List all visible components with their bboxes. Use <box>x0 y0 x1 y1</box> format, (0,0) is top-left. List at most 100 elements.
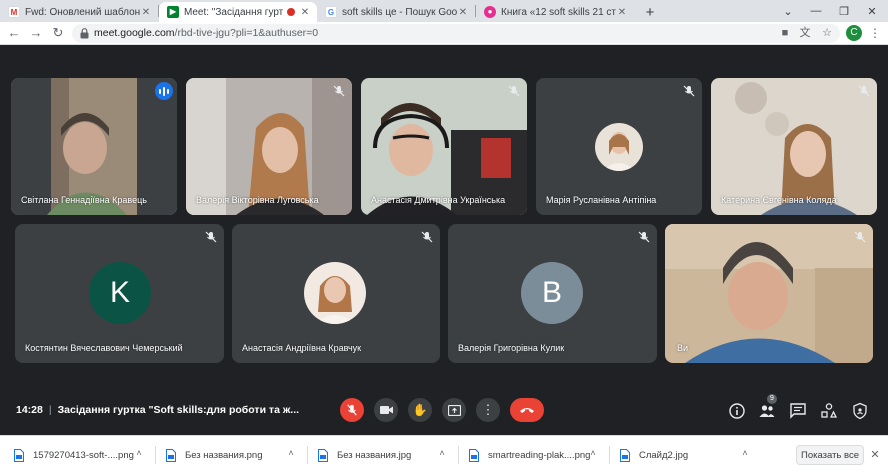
present-screen-icon <box>447 404 461 416</box>
chevron-down-icon[interactable]: ˄ <box>286 448 296 458</box>
file-icon <box>318 448 328 462</box>
translate-icon[interactable]: 文 <box>798 27 812 40</box>
downloads-shelf: 1579270413-soft-....png ˄ Без названия.p… <box>0 435 888 473</box>
tab-title: Fwd: Оновлений шаблон през... <box>25 6 140 18</box>
file-icon <box>469 448 479 462</box>
profile-avatar[interactable]: C <box>846 25 862 41</box>
participant-tile[interactable]: Анастасія Андріївна Кравчук <box>232 224 440 363</box>
chevron-down-icon[interactable]: ˄ <box>740 448 750 458</box>
browser-menu-icon[interactable]: ⋮ <box>868 25 882 41</box>
participant-avatar-photo <box>304 262 366 324</box>
people-count-badge: 9 <box>767 394 777 404</box>
raise-hand-button[interactable]: ✋ <box>408 398 432 422</box>
lock-icon <box>80 28 89 39</box>
url-text: meet.google.com/rbd-tive-jgu?pli=1&authu… <box>94 27 318 39</box>
camera-permission-icon[interactable]: ■ <box>778 27 792 40</box>
tab-search-chevron-icon[interactable]: ⌄ <box>774 0 802 22</box>
participant-tile[interactable]: Світлана Геннадіївна Кравець <box>11 78 177 215</box>
participant-avatar-letter: K <box>89 262 151 324</box>
participant-name: Ви <box>677 343 689 353</box>
reload-icon[interactable]: ↻ <box>50 25 66 41</box>
camera-toggle-button[interactable] <box>374 398 398 422</box>
chat-icon[interactable] <box>789 402 807 420</box>
tab-title: Meet: "Засідання гуртка "So <box>184 6 283 18</box>
tab-meet[interactable]: ▶ Meet: "Засідання гуртка "So ✕ <box>159 2 317 22</box>
download-item[interactable]: Слайд2.jpg <box>620 445 688 465</box>
meeting-info: 14:28 | Засідання гуртка "Soft skills:для … <box>16 404 299 416</box>
close-window-icon[interactable]: ✕ <box>858 0 886 22</box>
participant-tile[interactable]: Анастасія Дмитрівна Українська <box>361 78 527 215</box>
download-item[interactable]: Без названия.jpg <box>318 445 411 465</box>
chevron-down-icon[interactable]: ˄ <box>588 448 598 458</box>
mic-off-icon <box>854 231 866 243</box>
participant-name: Костянтин Вячеславович Чемерський <box>25 343 183 353</box>
participant-name: Анастасія Дмитрівна Українська <box>371 195 506 205</box>
end-call-icon <box>520 408 534 413</box>
book-icon: ● <box>484 6 496 18</box>
restore-window-icon[interactable]: ❐ <box>830 0 858 22</box>
chevron-down-icon[interactable]: ˄ <box>437 448 447 458</box>
bookmark-star-icon[interactable]: ☆ <box>820 27 834 40</box>
camera-icon <box>379 406 393 414</box>
google-icon: G <box>325 6 337 18</box>
participant-tile[interactable]: Марія Русланівна Антіпіна <box>536 78 702 215</box>
participant-tile[interactable]: K Костянтин Вячеславович Чемерський <box>15 224 224 363</box>
raise-hand-icon: ✋ <box>412 403 428 417</box>
close-icon[interactable]: ✕ <box>299 7 311 18</box>
download-item[interactable]: smartreading-plak....png <box>469 445 590 465</box>
tab-google-search[interactable]: G soft skills це - Пошук Google ✕ <box>317 2 475 22</box>
participant-name: Валерія Вікторівна Луговська <box>196 195 319 205</box>
host-controls-shield-icon[interactable] <box>851 402 869 420</box>
meet-stage: Світлана Геннадіївна Кравець Валерія Вік… <box>0 46 888 435</box>
speaking-indicator-icon <box>155 82 173 100</box>
mic-off-icon <box>421 231 433 243</box>
back-arrow-icon[interactable]: ← <box>6 25 22 41</box>
mic-off-icon <box>205 231 217 243</box>
more-options-icon: ⋮ <box>481 402 495 417</box>
tab-book[interactable]: ● Книга «12 soft skills 21 століт... ✕ <box>476 2 634 22</box>
mic-toggle-button[interactable] <box>340 398 364 422</box>
download-separator <box>155 446 156 464</box>
activities-icon[interactable] <box>820 402 838 420</box>
participant-tile[interactable]: Валерія Вікторівна Луговська <box>186 78 352 215</box>
mic-off-icon <box>347 404 357 416</box>
file-icon <box>14 448 24 462</box>
close-icon[interactable]: ✕ <box>616 7 628 18</box>
participant-tile[interactable]: B Валерія Григорівна Кулик <box>448 224 657 363</box>
recording-indicator-icon <box>287 8 295 16</box>
chevron-down-icon[interactable]: ˄ <box>134 448 144 458</box>
mic-off-icon <box>508 85 520 97</box>
people-icon[interactable] <box>758 402 776 420</box>
participant-tile-self[interactable]: Ви <box>665 224 873 363</box>
gmail-icon: M <box>8 6 20 18</box>
forward-arrow-icon[interactable]: → <box>28 25 44 41</box>
tab-title: soft skills це - Пошук Google <box>342 6 457 18</box>
close-icon[interactable]: ✕ <box>868 448 882 462</box>
file-icon <box>166 448 176 462</box>
participant-name: Світлана Геннадіївна Кравець <box>21 195 147 205</box>
address-bar[interactable]: meet.google.com/rbd-tive-jgu?pli=1&authu… <box>72 24 840 43</box>
download-item[interactable]: 1579270413-soft-....png <box>14 445 134 465</box>
meeting-details-icon[interactable] <box>728 402 746 420</box>
browser-toolbar: ← → ↻ meet.google.com/rbd-tive-jgu?pli=1… <box>0 22 888 45</box>
mic-off-icon <box>683 85 695 97</box>
end-call-button[interactable] <box>510 398 544 422</box>
meeting-info-separator: | <box>48 404 52 416</box>
present-screen-button[interactable] <box>442 398 466 422</box>
download-filename: Слайд2.jpg <box>639 449 689 461</box>
participant-name: Марія Русланівна Антіпіна <box>546 195 657 205</box>
more-options-button[interactable]: ⋮ <box>476 398 500 422</box>
participant-avatar-letter: B <box>521 262 583 324</box>
show-all-downloads-button[interactable]: Показать все <box>796 445 864 465</box>
new-tab-button[interactable]: + <box>640 2 660 22</box>
participant-tile[interactable]: Катерина Євгенівна Коляда <box>711 78 877 215</box>
meeting-title: Засідання гуртка "Soft skills:для роботи… <box>57 404 300 416</box>
tab-title: Книга «12 soft skills 21 століт... <box>501 6 616 18</box>
meet-icon: ▶ <box>167 6 179 18</box>
download-item[interactable]: Без названия.png <box>166 445 263 465</box>
close-icon[interactable]: ✕ <box>457 7 469 18</box>
close-icon[interactable]: ✕ <box>140 7 152 18</box>
participant-name: Валерія Григорівна Кулик <box>458 343 565 353</box>
tab-gmail[interactable]: M Fwd: Оновлений шаблон през... ✕ <box>0 2 158 22</box>
minimize-window-icon[interactable]: — <box>802 0 830 22</box>
